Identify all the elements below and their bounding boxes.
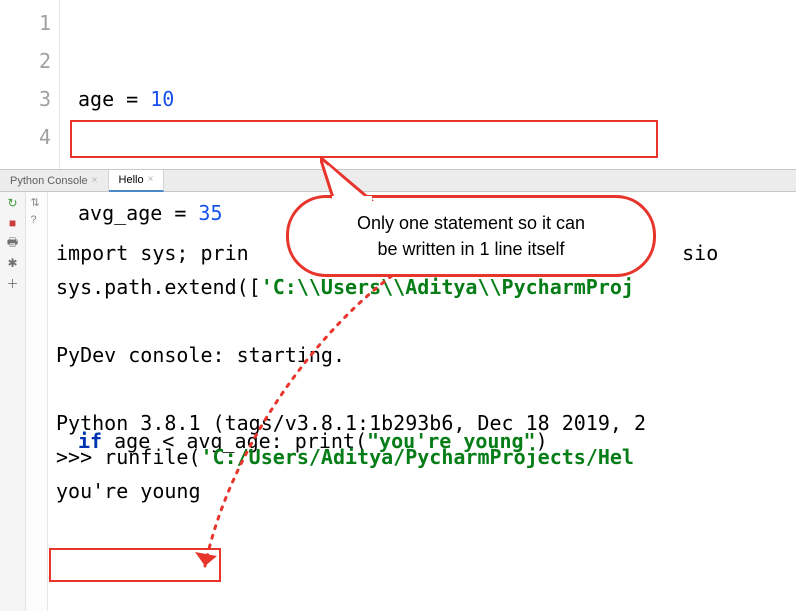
tab-label: Hello	[119, 169, 144, 191]
tab-label: Python Console	[10, 170, 88, 192]
callout-text: Only one statement so it can	[315, 210, 627, 236]
close-icon[interactable]: ×	[148, 169, 154, 191]
add-icon[interactable]: ＋	[6, 276, 20, 290]
print-icon[interactable]: 🖶	[6, 236, 20, 250]
toggle-icon[interactable]: ⇅	[31, 196, 43, 208]
console-line: PyDev console: starting.	[56, 343, 345, 367]
console-toolbar-left: ↻ ■ 🖶 ✱ ＋	[0, 192, 26, 611]
console-line: sys.path.extend(['C:\\Users\\Aditya\\Pyc…	[56, 275, 634, 299]
tab-python-console[interactable]: Python Console ×	[0, 170, 109, 192]
line-number: 4	[0, 118, 51, 156]
tab-hello[interactable]: Hello ×	[109, 170, 165, 192]
annotation-callout: Only one statement so it can be written …	[286, 195, 656, 277]
line-number: 3	[0, 80, 51, 118]
line-number: 2	[0, 42, 51, 80]
stop-icon[interactable]: ■	[6, 216, 20, 230]
line-number: 1	[0, 4, 51, 42]
console-toolbar-inner: ⇅ ?	[26, 192, 48, 611]
code-editor[interactable]: 1 2 3 4 age = 10 avg_age = 35 if age < a…	[0, 0, 796, 170]
help-icon[interactable]: ?	[31, 214, 43, 226]
settings-icon[interactable]: ✱	[6, 256, 20, 270]
console-line: >>> runfile('C:/Users/Aditya/PycharmProj…	[56, 445, 634, 469]
close-icon[interactable]: ×	[92, 170, 98, 192]
callout-text: be written in 1 line itself	[315, 236, 627, 262]
console-output-line: you're young	[56, 479, 201, 503]
tail-mask	[332, 196, 372, 202]
line-gutter: 1 2 3 4	[0, 0, 60, 169]
code-line-1: age = 10	[78, 80, 548, 118]
code-area[interactable]: age = 10 avg_age = 35 if age < avg_age: …	[60, 0, 558, 169]
rerun-icon[interactable]: ↻	[6, 196, 20, 210]
console-line: Python 3.8.1 (tags/v3.8.1:1b293b6, Dec 1…	[56, 411, 646, 435]
